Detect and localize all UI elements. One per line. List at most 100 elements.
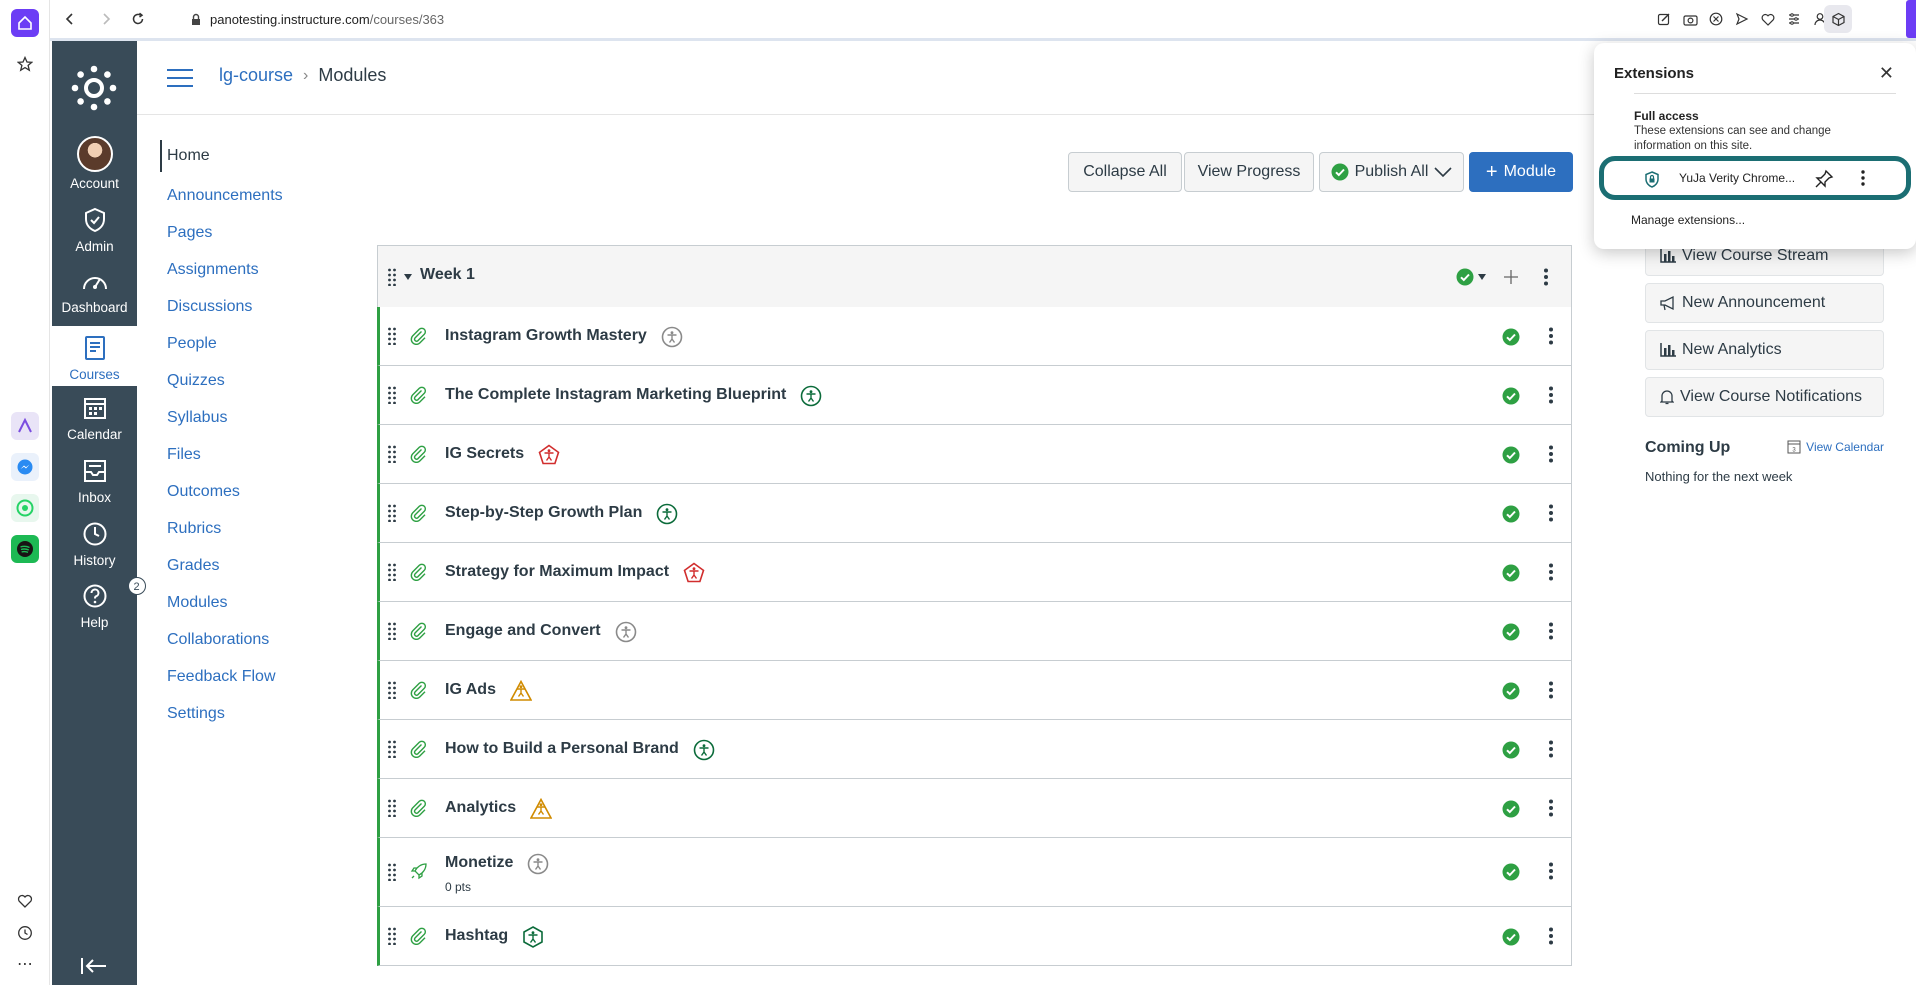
whatsapp-icon[interactable]	[11, 494, 39, 522]
item-options-icon[interactable]	[1549, 681, 1553, 699]
course-nav-pages[interactable]: Pages	[160, 214, 360, 251]
accessibility-yellow-icon[interactable]	[530, 798, 552, 820]
view-calendar-link[interactable]: 3 View Calendar	[1787, 439, 1884, 454]
course-nav-grades[interactable]: Grades	[160, 547, 360, 584]
send-icon[interactable]	[1732, 9, 1752, 29]
nav-help[interactable]: 2 Help	[52, 577, 146, 637]
nav-calendar[interactable]: Calendar	[52, 393, 137, 449]
nav-dashboard[interactable]: Dashboard	[52, 266, 137, 322]
extensions-cube-icon[interactable]	[1824, 5, 1852, 33]
published-check-icon[interactable]	[1502, 682, 1520, 700]
course-nav-files[interactable]: Files	[160, 436, 360, 473]
nav-admin[interactable]: Admin	[52, 205, 137, 261]
collapse-nav-icon[interactable]	[80, 957, 108, 975]
module-item-row[interactable]: Hashtag	[377, 907, 1572, 966]
new-announcement-button[interactable]: New Announcement	[1645, 283, 1884, 323]
accessibility-green-icon[interactable]	[522, 926, 544, 948]
module-item-row[interactable]: How to Build a Personal Brand	[377, 720, 1572, 779]
collapse-all-button[interactable]: Collapse All	[1068, 152, 1182, 192]
block-icon[interactable]	[1706, 9, 1726, 29]
easy-setup-icon[interactable]	[1784, 9, 1804, 29]
accessibility-green-icon[interactable]	[693, 739, 715, 761]
caret-down-icon[interactable]	[404, 274, 412, 280]
drag-handle-icon[interactable]	[387, 799, 397, 817]
drag-handle-icon[interactable]	[387, 327, 397, 345]
drag-handle-icon[interactable]	[387, 445, 397, 463]
course-nav-settings[interactable]: Settings	[160, 695, 360, 732]
published-check-icon[interactable]	[1502, 623, 1520, 641]
module-published-icon[interactable]	[1456, 268, 1474, 286]
app-icon[interactable]	[11, 412, 39, 440]
drag-handle-icon[interactable]	[387, 504, 397, 522]
accessibility-red-icon[interactable]	[538, 444, 560, 466]
reload-icon[interactable]	[128, 9, 148, 29]
module-item-row[interactable]: Analytics	[377, 779, 1572, 838]
address-bar[interactable]: panotesting.instructure.com/courses/363	[190, 9, 444, 29]
course-nav-assignments[interactable]: Assignments	[160, 251, 360, 288]
favorite-icon[interactable]	[1758, 9, 1778, 29]
item-options-icon[interactable]	[1549, 327, 1553, 345]
item-options-icon[interactable]	[1549, 504, 1553, 522]
publish-all-button[interactable]: Publish All	[1319, 152, 1464, 192]
published-check-icon[interactable]	[1502, 800, 1520, 818]
item-options-icon[interactable]	[1549, 622, 1553, 640]
module-item-row[interactable]: Strategy for Maximum Impact	[377, 543, 1572, 602]
accessibility-green-icon[interactable]	[800, 385, 822, 407]
add-item-icon[interactable]	[1504, 270, 1518, 284]
manage-extensions-link[interactable]: Manage extensions...	[1631, 213, 1745, 227]
course-nav-announcements[interactable]: Announcements	[160, 177, 360, 214]
accessibility-yellow-icon[interactable]	[510, 680, 532, 702]
extension-item-yuja[interactable]: YuJa Verity Chrome...	[1599, 156, 1911, 200]
published-check-icon[interactable]	[1502, 505, 1520, 523]
module-item-title[interactable]: The Complete Instagram Marketing Bluepri…	[445, 386, 786, 404]
module-item-title[interactable]: Monetize	[445, 854, 513, 872]
drag-handle-icon[interactable]	[387, 681, 397, 699]
nav-courses[interactable]: Courses	[52, 326, 137, 386]
publish-caret-icon[interactable]	[1478, 274, 1486, 280]
course-nav-outcomes[interactable]: Outcomes	[160, 473, 360, 510]
heart-icon[interactable]	[11, 887, 39, 915]
item-options-icon[interactable]	[1549, 563, 1553, 581]
more-icon[interactable]: ⋯	[11, 950, 39, 978]
back-icon[interactable]	[60, 9, 80, 29]
module-item-title[interactable]: Analytics	[445, 799, 516, 817]
course-nav-home[interactable]: Home	[160, 140, 360, 172]
drag-handle-icon[interactable]	[387, 740, 397, 758]
module-item-title[interactable]: IG Ads	[445, 681, 496, 699]
module-item-row[interactable]: Monetize 0 pts	[377, 838, 1572, 907]
course-menu-toggle[interactable]	[167, 69, 193, 89]
course-nav-feedback-flow[interactable]: Feedback Flow	[160, 658, 360, 695]
module-item-row[interactable]: IG Ads	[377, 661, 1572, 720]
nav-inbox[interactable]: Inbox	[52, 456, 137, 512]
view-course-notifications-button[interactable]: View Course Notifications	[1645, 377, 1884, 417]
course-nav-modules[interactable]: Modules	[160, 584, 360, 621]
pin-icon[interactable]	[1814, 169, 1834, 189]
module-item-title[interactable]: How to Build a Personal Brand	[445, 740, 679, 758]
module-item-title[interactable]: Hashtag	[445, 927, 508, 945]
item-options-icon[interactable]	[1549, 740, 1553, 758]
messenger-icon[interactable]	[11, 453, 39, 481]
item-options-icon[interactable]	[1549, 862, 1553, 880]
module-item-row[interactable]: Step-by-Step Growth Plan	[377, 484, 1572, 543]
breadcrumb-course[interactable]: lg-course	[219, 65, 293, 86]
module-item-row[interactable]: The Complete Instagram Marketing Bluepri…	[377, 366, 1572, 425]
module-item-title[interactable]: Engage and Convert	[445, 622, 601, 640]
history-clock-icon[interactable]	[11, 919, 39, 947]
drag-handle-icon[interactable]	[387, 863, 397, 881]
accessibility-green-icon[interactable]	[656, 503, 678, 525]
drag-handle-icon[interactable]	[387, 927, 397, 945]
course-nav-collaborations[interactable]: Collaborations	[160, 621, 360, 658]
module-item-title[interactable]: IG Secrets	[445, 445, 524, 463]
drag-handle-icon[interactable]	[387, 563, 397, 581]
spotify-icon[interactable]	[11, 535, 39, 563]
drag-handle-icon[interactable]	[387, 268, 397, 286]
course-nav-people[interactable]: People	[160, 325, 360, 362]
item-options-icon[interactable]	[1549, 799, 1553, 817]
forward-icon[interactable]	[96, 9, 116, 29]
module-item-row[interactable]: Instagram Growth Mastery	[377, 307, 1572, 366]
nav-account[interactable]: Account	[52, 136, 137, 196]
published-check-icon[interactable]	[1502, 928, 1520, 946]
accessibility-gray-icon[interactable]	[527, 853, 549, 875]
published-check-icon[interactable]	[1502, 446, 1520, 464]
view-progress-button[interactable]: View Progress	[1184, 152, 1314, 192]
